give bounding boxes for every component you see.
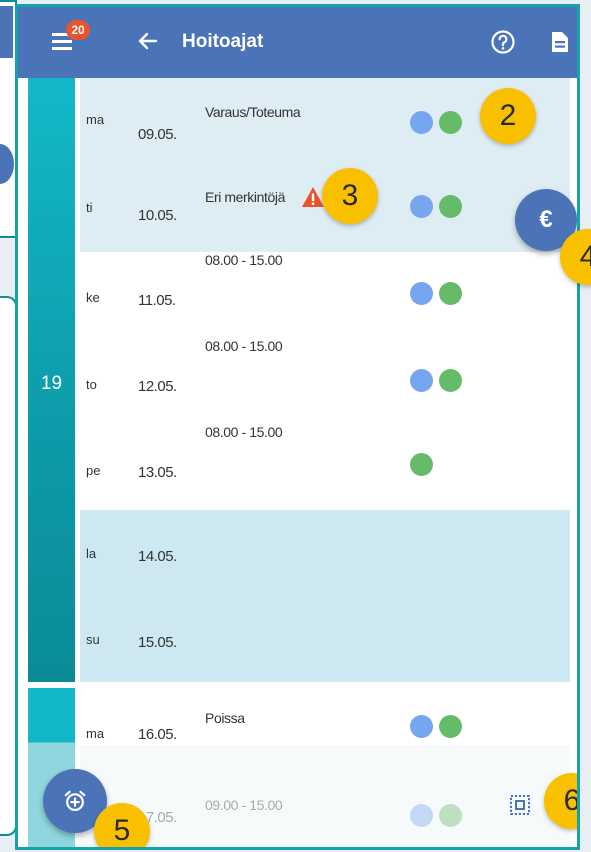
day-note: Poissa [205,710,245,726]
day-row[interactable]: ke 11.05. 08.00 - 15.00 [80,252,570,338]
day-name: su [86,632,100,647]
day-note: 09.00 - 15.00 [205,797,283,813]
background-button [0,144,14,184]
document-icon[interactable] [546,29,572,55]
day-name: ti [86,200,93,215]
status-dots [410,804,470,828]
day-date: 11.05. [138,292,176,309]
reservation-dot [410,369,433,392]
day-date: 13.05. [138,464,177,481]
day-date: 12.05. [138,378,177,395]
day-note: 08.00 - 15.00 [205,424,283,440]
status-dots [410,453,470,477]
attendance-dot [410,453,433,476]
attendance-dot [439,804,462,827]
status-dots [410,195,470,219]
status-dots [410,282,470,306]
alarm-add-icon [64,790,86,811]
day-name: to [86,377,97,392]
status-dots [410,715,470,739]
week-number: 19 [40,373,63,394]
day-date: 16.05. [138,726,177,743]
status-dots [410,111,470,135]
day-row[interactable]: su 15.05. [80,596,570,682]
status-dots [410,369,470,393]
day-name: ma [86,726,105,741]
phone-screen: 20 Hoitoajat 19 ma 09.05. Varaus/Toteuma [15,4,580,850]
app-bar: 20 Hoitoajat [18,7,577,78]
callout-3: 3 [322,168,378,224]
reservation-dot [410,195,433,218]
reservation-dot [410,804,433,827]
reservation-dot [410,715,433,738]
help-circle-icon[interactable] [490,29,516,55]
background-bar [0,6,13,58]
day-date: 10.05. [138,207,177,224]
day-name: ma [86,112,105,127]
reservation-dot [410,111,433,134]
day-note: 08.00 - 15.00 [205,338,283,354]
day-note: Varaus/Toteuma [205,104,301,120]
callout-5: 5 [94,803,150,847]
day-date: 09.05. [138,126,177,143]
day-note: 08.00 - 15.00 [205,252,283,268]
select-days-icon[interactable] [508,793,532,817]
day-row[interactable]: to 12.05. 08.00 - 15.00 [80,338,570,424]
day-date: 14.05. [138,548,177,565]
day-row[interactable]: la 14.05. [80,510,570,596]
day-name: pe [86,463,101,478]
attendance-dot [439,715,462,738]
day-row[interactable]: pe 13.05. 08.00 - 15.00 [80,424,570,510]
day-name: la [86,546,97,561]
day-row[interactable]: ti 17.05. 09.00 - 15.00 [80,745,570,847]
day-note: Eri merkintöjä [205,189,285,205]
back-arrow-icon[interactable] [136,29,160,53]
attendance-dot [439,282,462,305]
attendance-dot [439,195,462,218]
day-row[interactable]: ma 16.05. Poissa [80,688,570,745]
page-title: Hoitoajat [182,31,264,52]
callout-2: 2 [480,88,536,144]
attendance-dot [439,369,462,392]
notification-badge: 20 [66,20,90,40]
day-name: ke [86,290,100,305]
attendance-dot [439,111,462,134]
day-date: 15.05. [138,634,177,651]
reservation-dot [410,282,433,305]
